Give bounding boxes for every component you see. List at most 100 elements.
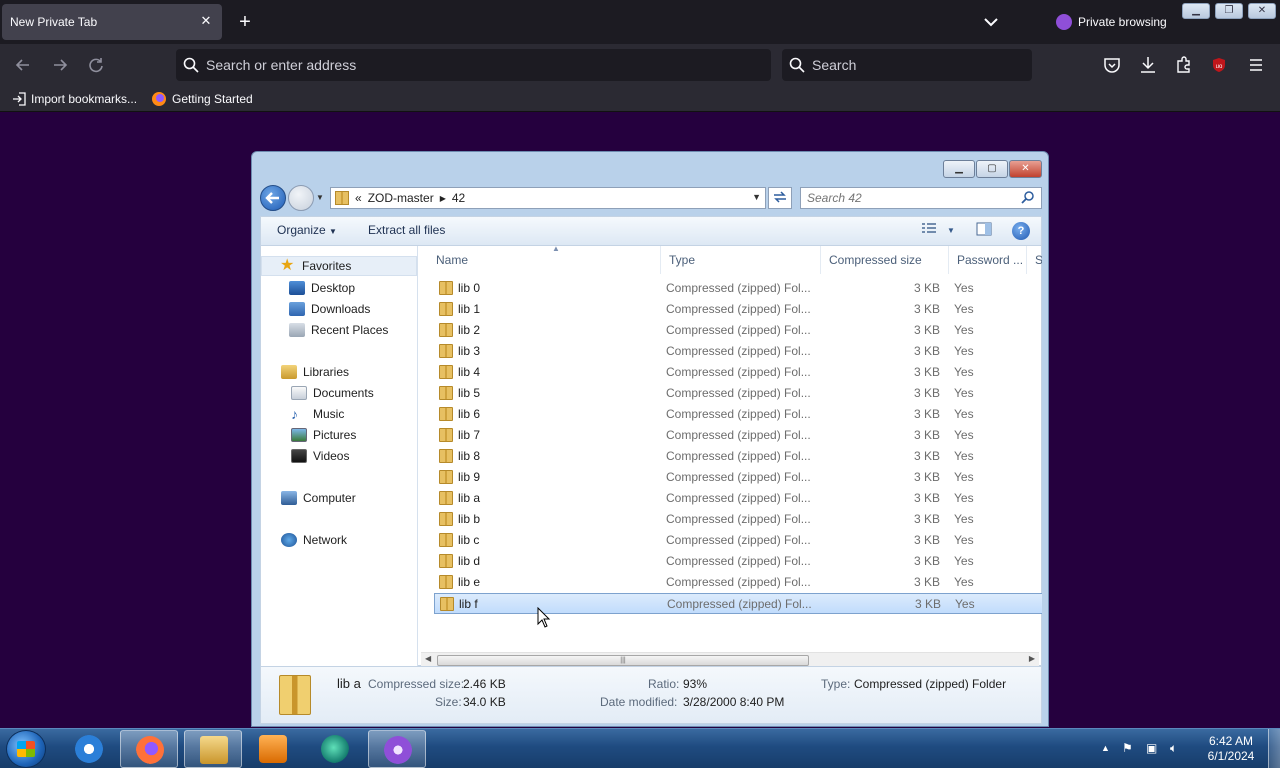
bookmark-getting-started[interactable]: Getting Started <box>151 90 253 108</box>
show-hidden-icons-button[interactable]: ▲ <box>1101 743 1110 753</box>
explorer-back-button[interactable] <box>260 185 286 211</box>
file-row[interactable]: lib 0 Compressed (zipped) Fol... 3 KB Yes <box>434 278 1042 299</box>
file-row[interactable]: lib d Compressed (zipped) Fol... 3 KB Yes <box>434 551 1042 572</box>
column-header-name[interactable]: Name ▲ <box>428 246 661 274</box>
extensions-button[interactable] <box>1173 54 1195 76</box>
file-row[interactable]: lib 7 Compressed (zipped) Fol... 3 KB Yes <box>434 425 1042 446</box>
file-row[interactable]: lib 9 Compressed (zipped) Fol... 3 KB Yes <box>434 467 1042 488</box>
file-name: lib 7 <box>458 428 481 442</box>
file-row[interactable]: lib b Compressed (zipped) Fol... 3 KB Yes <box>434 509 1042 530</box>
network-tray-icon[interactable]: ▣ <box>1146 741 1157 755</box>
file-row[interactable]: lib a Compressed (zipped) Fol... 3 KB Yes <box>434 488 1042 509</box>
show-desktop-button[interactable] <box>1268 729 1280 768</box>
column-header-password[interactable]: Password ... <box>949 246 1027 274</box>
url-bar[interactable] <box>176 49 771 81</box>
file-row[interactable]: lib c Compressed (zipped) Fol... 3 KB Yes <box>434 530 1042 551</box>
list-all-tabs-button[interactable] <box>980 11 1002 33</box>
column-header-type[interactable]: Type <box>661 246 821 274</box>
organize-button[interactable]: Organize ▼ <box>277 223 337 237</box>
address-bar[interactable]: « ZOD-master ▶ 42 ▼ <box>330 187 766 209</box>
explorer-search-input[interactable] <box>801 191 1011 205</box>
search-input[interactable] <box>812 57 1012 73</box>
taskbar-firefox[interactable] <box>120 730 178 768</box>
file-row[interactable]: lib f Compressed (zipped) Fol... 3 KB Yes <box>434 593 1042 614</box>
search-bar[interactable] <box>782 49 1032 81</box>
view-options-button[interactable] <box>919 222 939 240</box>
breadcrumb-prefix[interactable]: « <box>355 191 362 205</box>
column-header-size[interactable]: Si <box>1027 246 1042 274</box>
taskbar-media-player[interactable] <box>244 730 302 768</box>
app-menu-button[interactable] <box>1245 54 1267 76</box>
close-window-button[interactable]: ✕ <box>1248 3 1276 19</box>
new-tab-button[interactable]: + <box>234 11 256 33</box>
refresh-button[interactable] <box>768 187 792 209</box>
file-row[interactable]: lib 2 Compressed (zipped) Fol... 3 KB Yes <box>434 320 1042 341</box>
nav-item-videos[interactable]: Videos <box>261 446 417 466</box>
nav-item-recent-places[interactable]: Recent Places <box>261 320 417 340</box>
explorer-minimize-button[interactable]: ▁ <box>943 160 975 178</box>
breadcrumb-item-42[interactable]: 42 <box>452 191 465 205</box>
url-input[interactable] <box>206 57 726 73</box>
file-row[interactable]: lib 4 Compressed (zipped) Fol... 3 KB Yes <box>434 362 1042 383</box>
file-name: lib b <box>458 512 481 526</box>
file-row[interactable]: lib 3 Compressed (zipped) Fol... 3 KB Yes <box>434 341 1042 362</box>
nav-item-desktop[interactable]: Desktop <box>261 278 417 298</box>
tab-new-private[interactable]: New Private Tab ✕ <box>2 4 222 40</box>
nav-item-documents[interactable]: Documents <box>261 383 417 403</box>
taskbar-explorer[interactable] <box>184 730 242 768</box>
taskbar-clock[interactable]: 6:42 AM 6/1/2024 <box>1196 734 1266 764</box>
breadcrumb-separator-icon[interactable]: ▶ <box>440 194 446 203</box>
recent-pages-dropdown[interactable]: ▼ <box>316 193 326 203</box>
nav-item-pictures[interactable]: Pictures <box>261 425 417 445</box>
nav-item-downloads[interactable]: Downloads <box>261 299 417 319</box>
volume-muted-icon[interactable]: 🔈︎ <box>1170 741 1177 756</box>
zip-folder-icon <box>439 533 453 547</box>
file-row[interactable]: lib 8 Compressed (zipped) Fol... 3 KB Yes <box>434 446 1042 467</box>
action-center-flag-icon[interactable]: ⚑ <box>1122 741 1133 755</box>
explorer-forward-button[interactable] <box>288 185 314 211</box>
pocket-button[interactable] <box>1101 54 1123 76</box>
start-button[interactable] <box>6 730 46 768</box>
horizontal-scrollbar[interactable]: ◀ ||| ▶ <box>421 652 1039 666</box>
nav-item-network[interactable]: Network <box>261 530 417 550</box>
scrollbar-thumb[interactable]: ||| <box>437 655 809 666</box>
view-dropdown-icon[interactable]: ▼ <box>941 222 961 240</box>
back-button[interactable] <box>12 54 34 76</box>
nav-item-libraries[interactable]: Libraries <box>261 362 417 382</box>
nav-item-computer[interactable]: Computer <box>261 488 417 508</box>
downloads-button[interactable] <box>1137 54 1159 76</box>
nav-item-favorites[interactable]: ★ Favorites <box>261 256 417 276</box>
taskbar-firefox-private[interactable] <box>368 730 426 768</box>
file-type: Compressed (zipped) Fol... <box>666 344 811 358</box>
taskbar-app-teal[interactable] <box>306 730 364 768</box>
reload-button[interactable] <box>85 54 107 76</box>
preview-pane-button[interactable] <box>974 222 994 240</box>
file-row[interactable]: lib 1 Compressed (zipped) Fol... 3 KB Yes <box>434 299 1042 320</box>
forward-button[interactable] <box>49 54 71 76</box>
restore-window-button[interactable]: ❐ <box>1215 3 1243 19</box>
explorer-maximize-button[interactable]: ▢ <box>976 160 1008 178</box>
ublock-button[interactable]: uo <box>1208 54 1230 76</box>
file-row[interactable]: lib 5 Compressed (zipped) Fol... 3 KB Yes <box>434 383 1042 404</box>
pocket-icon <box>1104 58 1120 73</box>
nav-item-music[interactable]: ♪ Music <box>261 404 417 424</box>
videos-icon <box>291 449 307 463</box>
file-compressed-size: 3 KB <box>913 281 940 295</box>
explorer-search-box[interactable] <box>800 187 1042 209</box>
help-icon[interactable]: ? <box>1012 222 1030 240</box>
breadcrumb-item-zod-master[interactable]: ZOD-master <box>368 191 434 205</box>
taskbar-internet-explorer[interactable] <box>60 730 118 768</box>
scroll-left-icon[interactable]: ◀ <box>425 654 431 663</box>
file-row[interactable]: lib e Compressed (zipped) Fol... 3 KB Yes <box>434 572 1042 593</box>
scroll-right-icon[interactable]: ▶ <box>1029 654 1035 663</box>
tab-close-icon[interactable]: ✕ <box>198 13 214 29</box>
minimize-window-button[interactable]: ▁ <box>1182 3 1210 19</box>
address-dropdown-icon[interactable]: ▼ <box>752 192 761 202</box>
extract-all-button[interactable]: Extract all files <box>368 223 445 237</box>
file-row[interactable]: lib 6 Compressed (zipped) Fol... 3 KB Yes <box>434 404 1042 425</box>
column-header-compressed-size[interactable]: Compressed size <box>821 246 949 274</box>
zip-folder-icon <box>439 386 453 400</box>
bookmark-import[interactable]: Import bookmarks... <box>12 90 137 108</box>
search-icon <box>176 57 206 73</box>
explorer-close-button[interactable]: ✕ <box>1009 160 1042 178</box>
